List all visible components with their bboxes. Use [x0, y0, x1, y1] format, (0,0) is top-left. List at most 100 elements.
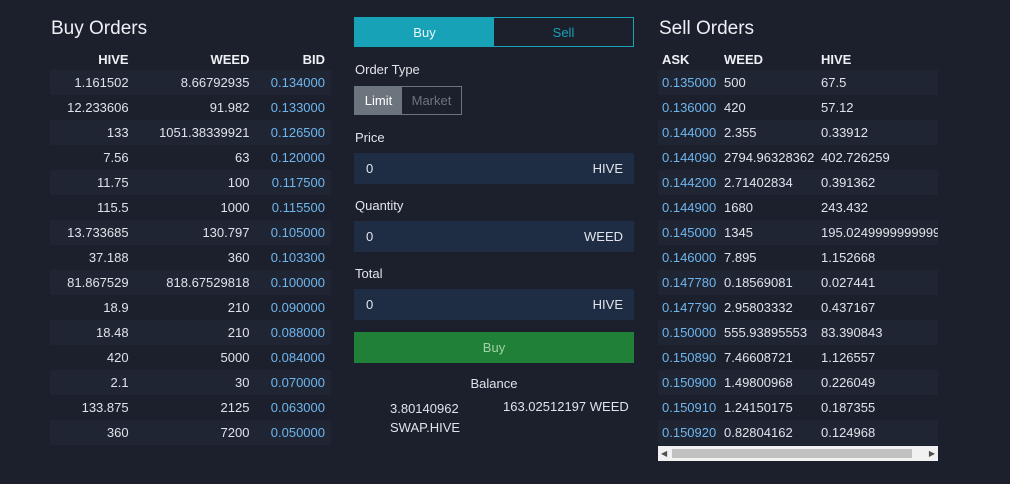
sell-orders-scroll-area[interactable]: ASK WEED HIVE 0.135000 500 67.5 0.136000 420… — [658, 48, 938, 463]
buy-orders-cell-bid: 0.115500 — [255, 195, 331, 220]
buy-orders-cell-bid: 0.063000 — [255, 395, 331, 420]
sell-orders-cell-ask: 0.145000 — [658, 220, 720, 245]
sell-orders-cell-ask: 0.150900 — [658, 370, 720, 395]
buy-orders-cell-bid: 0.100000 — [255, 270, 331, 295]
sell-orders-cell-hive: 0.187355 — [817, 395, 938, 420]
submit-buy-button[interactable]: Buy — [354, 332, 634, 363]
sell-orders-row[interactable]: 0.147790 2.95803332 0.437167 — [658, 295, 938, 320]
sell-orders-cell-hive: 67.5 — [817, 70, 938, 95]
sell-orders-cell-weed: 2794.96328362 — [720, 145, 817, 170]
buy-orders-cell-weed: 7200 — [134, 420, 256, 445]
total-field: HIVE — [354, 289, 634, 320]
buy-orders-row[interactable]: 11.75 100 0.117500 — [50, 170, 331, 195]
sell-orders-row[interactable]: 0.144900 1680 243.432 — [658, 195, 938, 220]
sell-orders-cell-weed: 500 — [720, 70, 817, 95]
sell-orders-cell-ask: 0.135000 — [658, 70, 720, 95]
sell-orders-cell-weed: 2.355 — [720, 120, 817, 145]
sell-orders-row[interactable]: 0.136000 420 57.12 — [658, 95, 938, 120]
buy-orders-cell-hive: 18.9 — [50, 295, 135, 320]
sell-orders-cell-ask: 0.146000 — [658, 245, 720, 270]
buy-orders-cell-weed: 30 — [134, 370, 256, 395]
buy-header-bid: BID — [302, 51, 325, 67]
sell-orders-cell-weed: 1.24150175 — [720, 395, 817, 420]
buy-orders-row[interactable]: 360 7200 0.050000 — [50, 420, 331, 445]
buy-orders-cell-weed: 1051.38339921 — [134, 120, 256, 145]
sell-orders-cell-weed: 0.82804162 — [720, 420, 817, 445]
sell-orders-cell-weed: 555.93895553 — [720, 320, 817, 345]
buy-orders-cell-bid: 0.120000 — [255, 145, 331, 170]
buy-orders-cell-weed: 63 — [134, 145, 256, 170]
buy-orders-row[interactable]: 7.56 63 0.120000 — [50, 145, 331, 170]
sell-orders-row[interactable]: 0.146000 7.895 1.152668 — [658, 245, 938, 270]
sell-orders-row[interactable]: 0.145000 1345 195.02499999999998 — [658, 220, 938, 245]
trade-tabs: Buy Sell — [354, 17, 634, 47]
buy-orders-table: HIVE WEED BID 1.161502 8.66792935 0.134000… — [50, 48, 331, 445]
buy-orders-row[interactable]: 115.5 1000 0.115500 — [50, 195, 331, 220]
sell-orders-table: ASK WEED HIVE 0.135000 500 67.5 0.136000 420… — [658, 48, 938, 445]
sell-orders-cell-weed: 2.71402834 — [720, 170, 817, 195]
buy-orders-row[interactable]: 133 1051.38339921 0.126500 — [50, 120, 331, 145]
buy-orders-cell-hive: 12.233606 — [50, 95, 135, 120]
buy-orders-cell-bid: 0.103300 — [255, 245, 331, 270]
buy-orders-cell-weed: 8.66792935 — [134, 70, 256, 95]
sell-orders-cell-ask: 0.150910 — [658, 395, 720, 420]
buy-orders-row[interactable]: 420 5000 0.084000 — [50, 345, 331, 370]
sell-orders-row[interactable]: 0.144200 2.71402834 0.391362 — [658, 170, 938, 195]
sell-orders-cell-ask: 0.150000 — [658, 320, 720, 345]
buy-orders-row[interactable]: 13.733685 130.797 0.105000 — [50, 220, 331, 245]
buy-orders-row[interactable]: 12.233606 91.982 0.133000 — [50, 95, 331, 120]
sell-orders-row[interactable]: 0.144000 2.355 0.33912 — [658, 120, 938, 145]
buy-header-weed: WEED — [210, 51, 250, 67]
buy-orders-row[interactable]: 133.875 2125 0.063000 — [50, 395, 331, 420]
buy-orders-row[interactable]: 18.9 210 0.090000 — [50, 295, 331, 320]
price-input[interactable] — [366, 161, 516, 176]
sell-orders-cell-hive: 83.390843 — [817, 320, 938, 345]
buy-orders-body: 1.161502 8.66792935 0.134000 12.233606 91.98… — [50, 70, 331, 445]
sell-orders-cell-weed: 1.49800968 — [720, 370, 817, 395]
buy-orders-row[interactable]: 18.48 210 0.088000 — [50, 320, 331, 345]
sell-header-ask: ASK — [662, 51, 690, 67]
total-label: Total — [355, 266, 383, 281]
sell-orders-horizontal-scrollbar[interactable]: ◀ ▶ — [658, 446, 938, 461]
sell-orders-cell-hive: 1.152668 — [817, 245, 938, 270]
quantity-input[interactable] — [366, 229, 516, 244]
order-type-label: Order Type — [355, 62, 420, 77]
order-type-market-button[interactable]: Market — [402, 87, 461, 114]
buy-orders-cell-weed: 210 — [134, 320, 256, 345]
buy-orders-row[interactable]: 81.867529 818.67529818 0.100000 — [50, 270, 331, 295]
sell-orders-row[interactable]: 0.147780 0.18569081 0.027441 — [658, 270, 938, 295]
buy-orders-cell-bid: 0.090000 — [255, 295, 331, 320]
buy-orders-row[interactable]: 37.188 360 0.103300 — [50, 245, 331, 270]
sell-orders-row[interactable]: 0.150890 7.46608721 1.126557 — [658, 345, 938, 370]
buy-orders-row[interactable]: 2.1 30 0.070000 — [50, 370, 331, 395]
sell-orders-cell-ask: 0.147780 — [658, 270, 720, 295]
buy-orders-cell-bid: 0.070000 — [255, 370, 331, 395]
sell-orders-cell-ask: 0.147790 — [658, 295, 720, 320]
sell-header-hive: HIVE — [821, 51, 852, 67]
scroll-right-arrow-icon[interactable]: ▶ — [929, 449, 935, 458]
sell-orders-row[interactable]: 0.150910 1.24150175 0.187355 — [658, 395, 938, 420]
buy-orders-cell-hive: 133 — [50, 120, 135, 145]
total-input[interactable] — [366, 297, 516, 312]
sell-orders-cell-weed: 1345 — [720, 220, 817, 245]
tab-sell[interactable]: Sell — [494, 18, 633, 46]
buy-orders-cell-hive: 360 — [50, 420, 135, 445]
sell-orders-row[interactable]: 0.135000 500 67.5 — [658, 70, 938, 95]
sell-orders-cell-hive: 0.391362 — [817, 170, 938, 195]
sell-orders-row[interactable]: 0.150920 0.82804162 0.124968 — [658, 420, 938, 445]
sell-orders-cell-hive: 0.124968 — [817, 420, 938, 445]
sell-orders-row[interactable]: 0.150000 555.93895553 83.390843 — [658, 320, 938, 345]
sell-orders-row[interactable]: 0.144090 2794.96328362 402.726259 — [658, 145, 938, 170]
scroll-left-arrow-icon[interactable]: ◀ — [661, 449, 667, 458]
sell-orders-title: Sell Orders — [659, 18, 755, 39]
balance-title: Balance — [470, 376, 518, 391]
buy-orders-cell-hive: 2.1 — [50, 370, 135, 395]
tab-buy[interactable]: Buy — [355, 18, 494, 46]
order-type-limit-button[interactable]: Limit — [355, 87, 402, 114]
buy-orders-cell-hive: 13.733685 — [50, 220, 135, 245]
buy-orders-row[interactable]: 1.161502 8.66792935 0.134000 — [50, 70, 331, 95]
sell-orders-cell-hive: 243.432 — [817, 195, 938, 220]
scrollbar-thumb[interactable] — [672, 449, 912, 458]
sell-orders-cell-hive: 0.226049 — [817, 370, 938, 395]
sell-orders-row[interactable]: 0.150900 1.49800968 0.226049 — [658, 370, 938, 395]
